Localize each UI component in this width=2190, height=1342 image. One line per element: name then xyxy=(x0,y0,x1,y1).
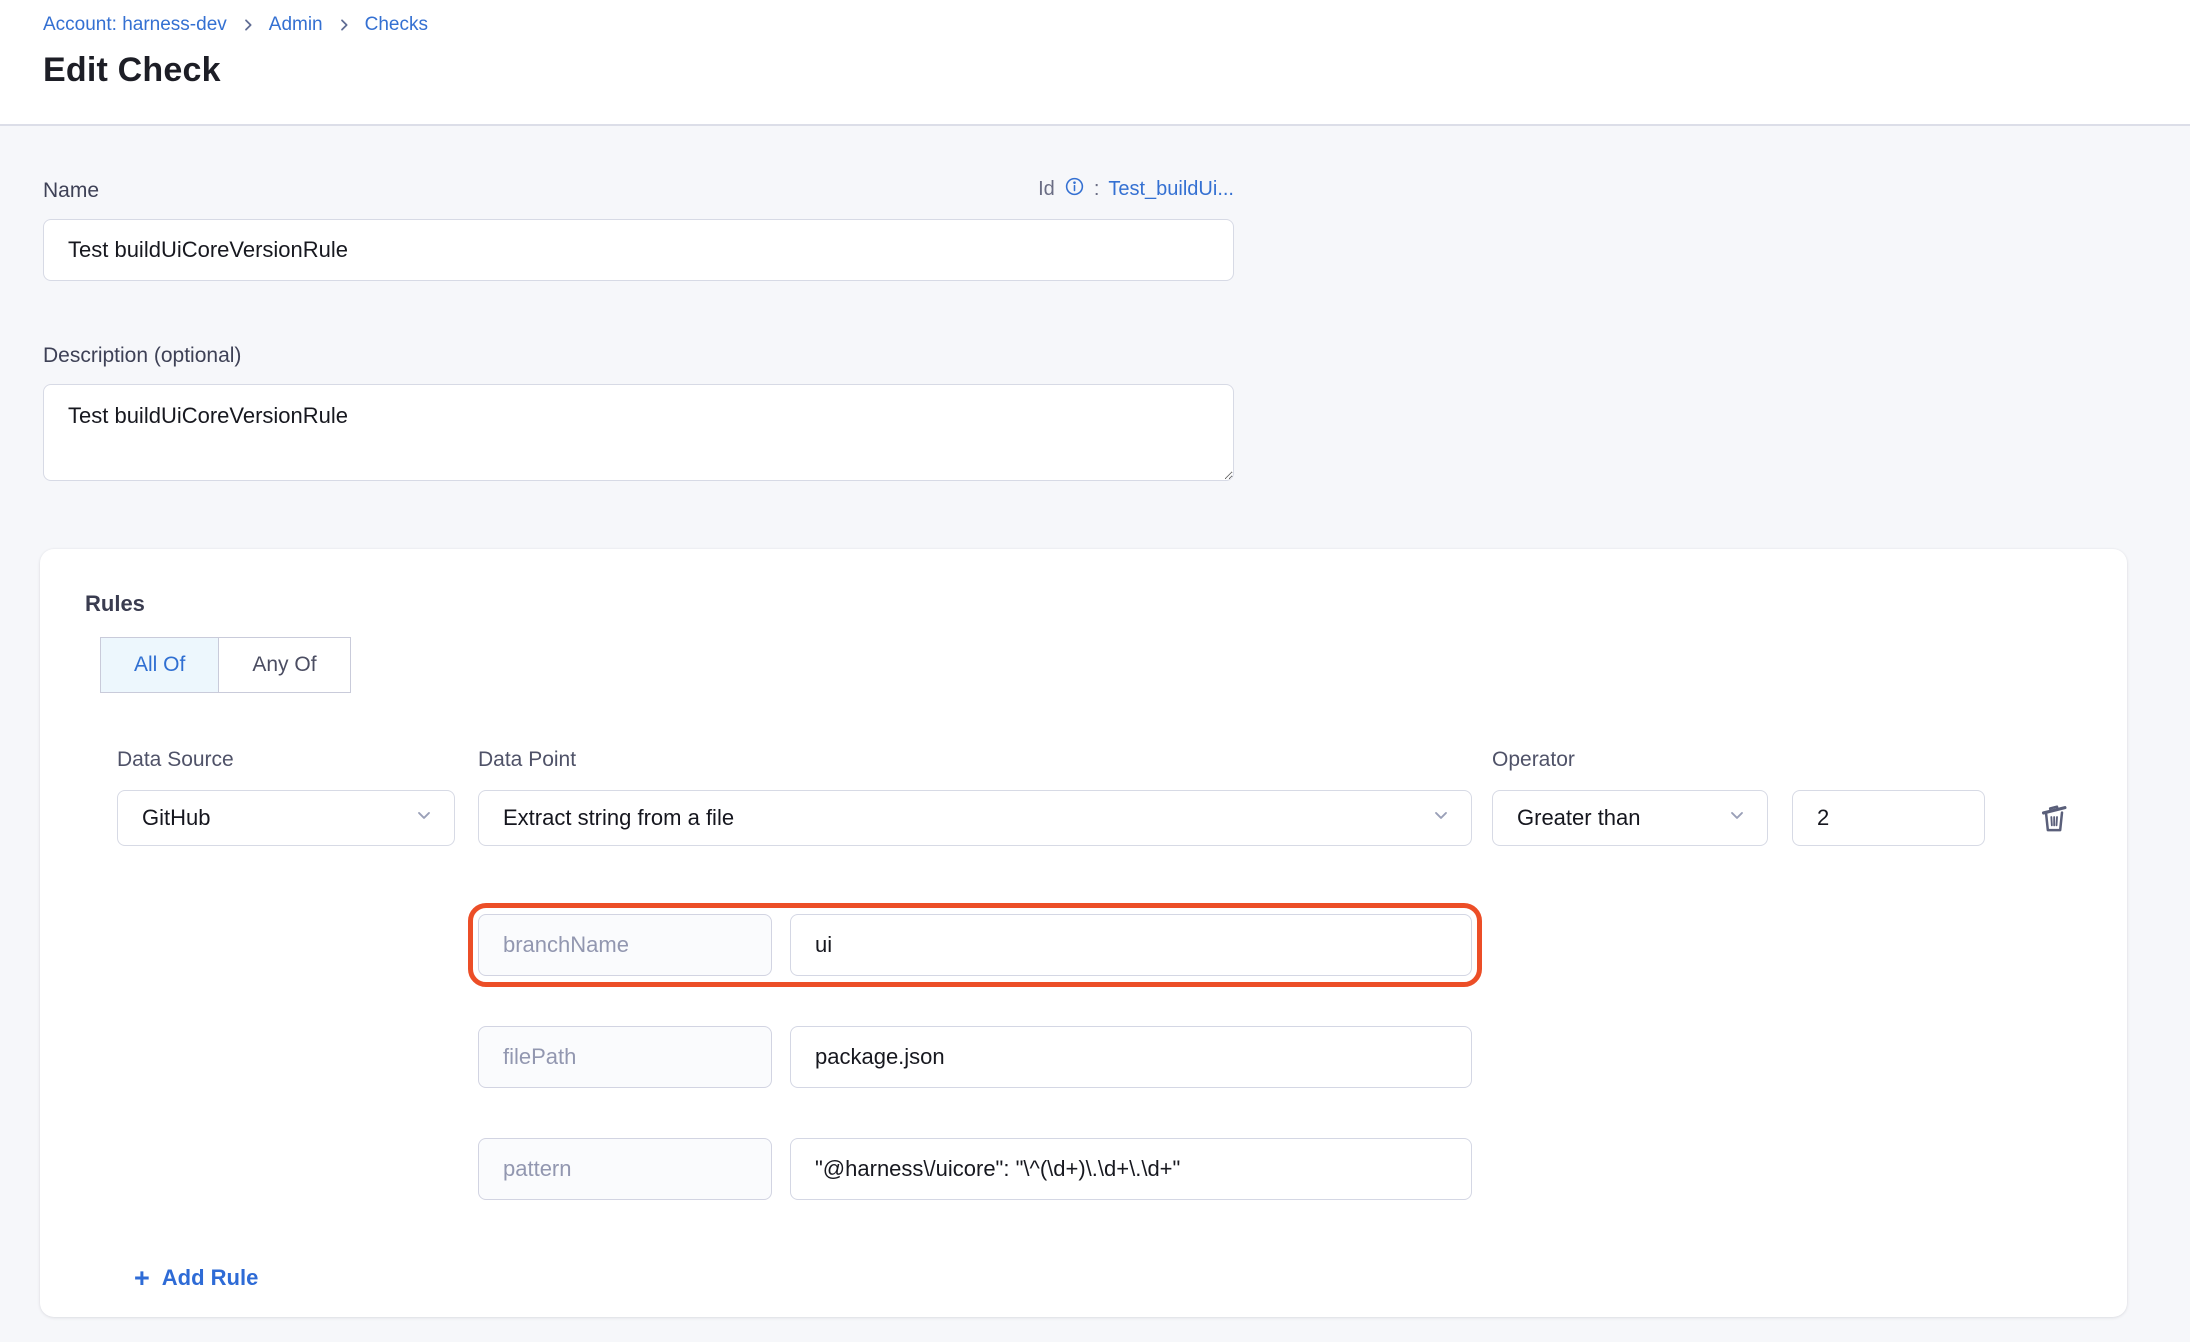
breadcrumb-admin-link[interactable]: Admin xyxy=(269,14,323,36)
breadcrumb: Account: harness-dev Admin Checks xyxy=(43,14,2190,36)
name-label: Name xyxy=(43,179,99,203)
name-input[interactable] xyxy=(43,219,1234,281)
data-source-field: Data Source GitHub xyxy=(117,748,455,846)
data-source-select[interactable]: GitHub xyxy=(117,790,455,846)
param-row-branchname: branchName xyxy=(468,903,1482,987)
add-rule-button[interactable]: + Add Rule xyxy=(134,1265,258,1291)
filepath-input[interactable] xyxy=(790,1026,1472,1088)
data-point-select[interactable]: Extract string from a file xyxy=(478,790,1472,846)
any-of-button[interactable]: Any Of xyxy=(218,638,349,692)
page-title: Edit Check xyxy=(43,51,2190,90)
data-point-label: Data Point xyxy=(478,748,1472,772)
operator-select[interactable]: Greater than xyxy=(1492,790,1768,846)
breadcrumb-checks-link[interactable]: Checks xyxy=(365,14,428,36)
param-row-filepath: filePath xyxy=(468,1015,1482,1099)
name-label-row: Name Id : Test_buildUi... xyxy=(43,176,1234,203)
all-of-button[interactable]: All Of xyxy=(101,638,218,692)
operator-field: Operator Greater than xyxy=(1492,748,1768,846)
operator-label: Operator xyxy=(1492,748,1768,772)
rules-match-toggle: All Of Any Of xyxy=(100,637,351,693)
data-source-label: Data Source xyxy=(117,748,455,772)
rules-label: Rules xyxy=(85,591,2082,617)
rule-row: Data Source GitHub Data Point Extract st… xyxy=(117,748,2082,846)
description-textarea[interactable]: Test buildUiCoreVersionRule xyxy=(43,384,1234,481)
plus-icon: + xyxy=(134,1267,150,1289)
branchname-input[interactable] xyxy=(790,914,1472,976)
breadcrumb-account-link[interactable]: Account: harness-dev xyxy=(43,14,227,36)
edit-check-page: Account: harness-dev Admin Checks Edit C… xyxy=(0,0,2190,1342)
chevron-right-icon xyxy=(240,17,256,33)
operator-value: Greater than xyxy=(1517,805,1727,831)
id-block: Id : Test_buildUi... xyxy=(1038,176,1234,203)
pattern-key-box: pattern xyxy=(478,1138,772,1200)
check-form: Name Id : Test_buildUi... Description xyxy=(43,176,1234,486)
pattern-input[interactable] xyxy=(790,1138,1472,1200)
data-point-value: Extract string from a file xyxy=(503,805,1431,831)
add-rule-label: Add Rule xyxy=(162,1265,259,1291)
chevron-down-icon xyxy=(414,805,434,831)
branchname-key-box: branchName xyxy=(478,914,772,976)
threshold-input[interactable] xyxy=(1792,790,1985,846)
page-header: Account: harness-dev Admin Checks Edit C… xyxy=(0,0,2190,126)
id-colon: : xyxy=(1094,178,1100,201)
data-point-params: branchName filePath pattern xyxy=(468,903,2082,1211)
chevron-right-icon xyxy=(336,17,352,33)
chevron-down-icon xyxy=(1431,805,1451,831)
description-label: Description (optional) xyxy=(43,344,1234,368)
data-source-value: GitHub xyxy=(142,805,414,831)
trash-icon xyxy=(2034,796,2074,839)
delete-rule-button[interactable] xyxy=(2030,793,2078,841)
info-icon[interactable] xyxy=(1064,176,1085,203)
id-label: Id xyxy=(1038,178,1055,201)
param-row-pattern: pattern xyxy=(468,1127,1482,1211)
data-point-field: Data Point Extract string from a file xyxy=(478,748,1472,846)
page-content: Name Id : Test_buildUi... Description xyxy=(0,126,2190,1342)
id-value-link[interactable]: Test_buildUi... xyxy=(1108,178,1234,201)
rules-card: Rules All Of Any Of Data Source GitHub xyxy=(40,549,2127,1317)
filepath-key-box: filePath xyxy=(478,1026,772,1088)
chevron-down-icon xyxy=(1727,805,1747,831)
